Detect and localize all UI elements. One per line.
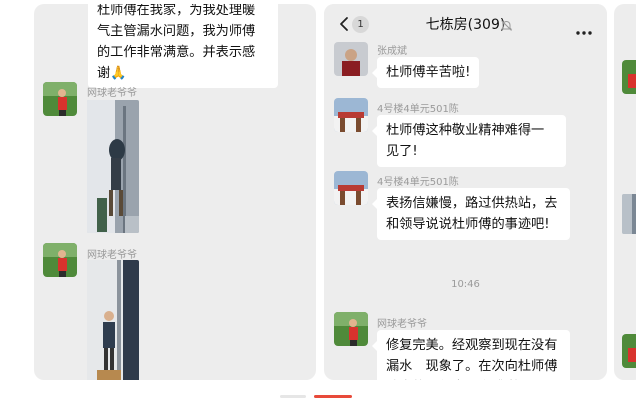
page-indicator [280, 395, 306, 398]
shared-photo[interactable] [87, 100, 139, 233]
message-bubble[interactable]: 杜师傅辛苦啦! [371, 57, 480, 88]
shared-photo[interactable] [622, 194, 636, 234]
more-options-icon[interactable] [575, 21, 593, 35]
message-bubble[interactable]: 表扬信嫌慢，路过供热站，去和领导说说杜师傅的事迹吧! [372, 188, 570, 240]
group-chat-panel: 1 七栋房(309) 张成斌 杜师傅辛苦啦! 4号楼4单元501陈 杜师傅这种敬… [324, 4, 607, 380]
avatar[interactable] [334, 312, 368, 346]
avatar[interactable] [43, 82, 77, 116]
avatar[interactable] [334, 42, 368, 76]
message-line: 谢🙏 [97, 66, 127, 81]
message-bubble[interactable]: 杜师傅这种敬业精神难得一见了! [372, 115, 566, 167]
sender-name: 4号楼4单元501陈 [377, 177, 459, 188]
message-bubble[interactable]: 杜师傅在我家，为我处理暖 气主管漏水问题，我为师傅 的工作非常满意。并表示感 谢… [88, 4, 278, 88]
sender-name: 张成斌 [377, 46, 407, 57]
sender-name: 网球老爷爷 [87, 88, 137, 99]
avatar[interactable] [334, 171, 368, 205]
sender-name: 4号楼4单元501陈 [377, 104, 459, 115]
message-line: 杜师傅在我家，为我处理暖 [97, 4, 256, 18]
left-chat-panel: 杜师傅在我家，为我处理暖 气主管漏水问题，我为师傅 的工作非常满意。并表示感 谢… [34, 4, 316, 380]
avatar[interactable] [622, 334, 636, 368]
shared-photo[interactable] [87, 260, 139, 380]
avatar[interactable] [43, 243, 77, 277]
message-line: 的工作非常满意。并表示感 [97, 45, 256, 60]
chat-header: 1 七栋房(309) [324, 4, 607, 44]
avatar[interactable] [334, 98, 368, 132]
message-timestamp: 10:46 [451, 279, 480, 290]
message-bubble[interactable]: 修复完美。经观察到现在没有漏水 现象了。在次向杜师傅认真的工作表示竟感谢 [372, 330, 570, 380]
right-chat-panel [614, 4, 636, 380]
avatar[interactable] [622, 60, 636, 94]
sender-name: 网球老爷爷 [87, 250, 137, 261]
chat-title: 七栋房(309) [425, 17, 506, 33]
sender-name: 网球老爷爷 [377, 319, 427, 330]
message-line: 气主管漏水问题，我为师傅 [97, 24, 256, 39]
screenshot-stage: 杜师傅在我家，为我处理暖 气主管漏水问题，我为师傅 的工作非常满意。并表示感 谢… [0, 0, 636, 402]
mute-bell-icon [500, 17, 513, 31]
page-indicator-active [314, 395, 352, 398]
